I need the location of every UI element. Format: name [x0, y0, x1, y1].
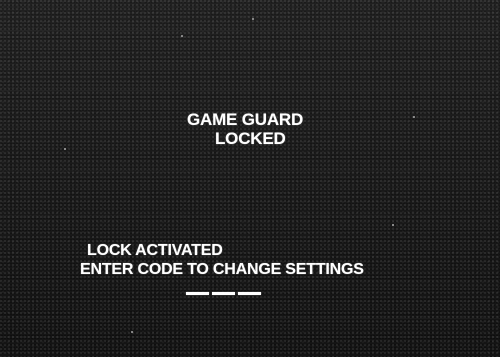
scanline	[0, 215, 500, 216]
scanline	[0, 318, 500, 319]
noise-speck	[64, 148, 66, 150]
code-slot-1[interactable]	[186, 292, 209, 295]
locked-status-title: LOCKED	[215, 129, 286, 148]
scanline	[0, 90, 500, 91]
code-slot-2[interactable]	[212, 292, 235, 295]
scanline	[0, 30, 500, 31]
lock-screen: GAME GUARD LOCKED LOCK ACTIVATED ENTER C…	[0, 0, 500, 357]
lock-activated-message: LOCK ACTIVATED	[87, 242, 223, 259]
scanline	[0, 170, 500, 171]
noise-speck	[392, 224, 394, 226]
noise-speck	[131, 331, 133, 333]
code-entry-field[interactable]	[186, 292, 261, 295]
noise-speck	[181, 35, 183, 37]
enter-code-prompt: ENTER CODE TO CHANGE SETTINGS	[80, 261, 364, 278]
code-slot-3[interactable]	[238, 292, 261, 295]
noise-speck	[252, 18, 254, 20]
noise-speck	[413, 116, 415, 118]
game-guard-title: GAME GUARD	[187, 110, 304, 129]
